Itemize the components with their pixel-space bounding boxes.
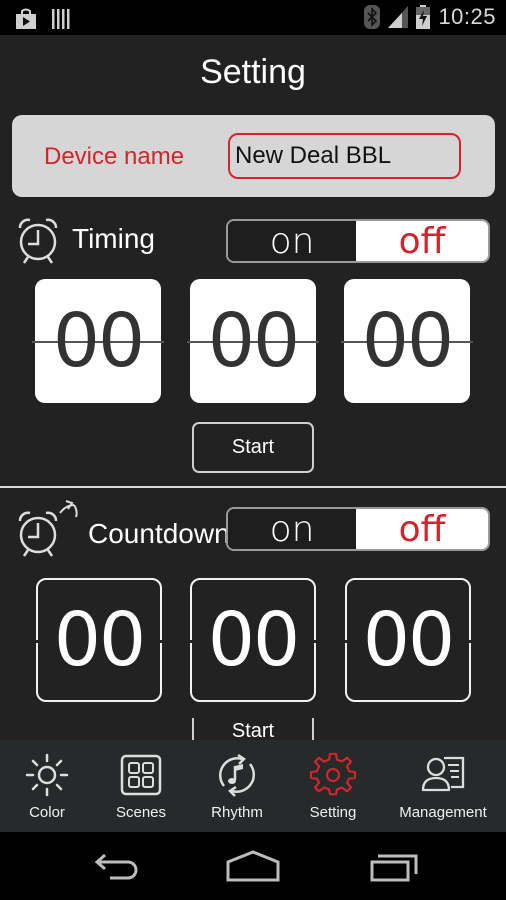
page-title: Setting (200, 53, 306, 91)
countdown-toggle-off[interactable]: off (356, 509, 488, 549)
device-name-label: Device name (44, 143, 185, 170)
tab-management[interactable]: Management (380, 740, 506, 832)
clock: 10:25 (438, 4, 496, 29)
tab-color-label: Color (29, 804, 65, 821)
tab-management-label: Management (399, 804, 487, 821)
timing-seconds-field[interactable]: 00 (341, 279, 473, 403)
user-list-icon (421, 756, 465, 792)
play-store-icon (16, 8, 36, 29)
countdown-minutes-value: 00 (207, 597, 300, 683)
timing-minutes-field[interactable]: 00 (187, 279, 319, 403)
tab-setting-label: Setting (309, 804, 357, 821)
tab-scenes[interactable]: Scenes (94, 740, 188, 832)
timing-title: Timing (72, 223, 155, 254)
barcode-icon (52, 9, 70, 29)
timing-hours-field[interactable]: 00 (32, 279, 164, 403)
section-divider (0, 486, 506, 488)
tab-color[interactable]: Color (0, 740, 94, 832)
device-name-input[interactable] (228, 133, 461, 179)
status-bar: 10:25 (0, 0, 506, 35)
battery-charging-icon (416, 5, 431, 29)
alarm-clock-countdown-icon (18, 500, 78, 557)
countdown-toggle[interactable]: on off (226, 507, 490, 551)
tab-rhythm[interactable]: Rhythm (188, 740, 286, 832)
countdown-start-button[interactable]: Start (192, 718, 314, 740)
system-nav-bar (0, 832, 506, 900)
bottom-tab-bar: Color Scenes Rhythm Setting Management (0, 740, 506, 832)
alarm-clock-icon (18, 218, 58, 264)
timing-header: Timing on off (0, 215, 506, 265)
timing-toggle[interactable]: on off (226, 219, 490, 263)
countdown-toggle-on[interactable]: on (228, 509, 356, 549)
countdown-seconds-field[interactable]: 00 (344, 578, 472, 702)
sun-icon (25, 753, 69, 797)
timing-hours-value: 00 (52, 298, 145, 384)
countdown-title: Countdown (88, 518, 230, 549)
countdown-hours-field[interactable]: 00 (35, 578, 163, 702)
settings-screen: Setting Device name Timing on off 00 00 … (0, 35, 506, 740)
tab-rhythm-label: Rhythm (211, 804, 263, 821)
timing-minutes-value: 00 (207, 298, 300, 384)
timing-toggle-off[interactable]: off (356, 221, 488, 261)
tab-setting[interactable]: Setting (286, 740, 380, 832)
tab-scenes-label: Scenes (115, 804, 167, 821)
device-name-card: Device name (12, 115, 495, 197)
signal-icon (388, 6, 409, 28)
grid-icon (120, 754, 162, 796)
timing-toggle-on[interactable]: on (228, 221, 356, 261)
bluetooth-icon (364, 5, 381, 29)
countdown-header: Countdown on off (0, 500, 506, 557)
music-sync-icon (219, 753, 255, 797)
countdown-seconds-value: 00 (362, 597, 455, 683)
gear-icon (310, 752, 356, 796)
timing-seconds-value: 00 (361, 298, 454, 384)
back-icon[interactable] (88, 850, 138, 884)
home-icon[interactable] (226, 850, 280, 884)
recent-apps-icon[interactable] (370, 850, 420, 884)
countdown-minutes-field[interactable]: 00 (189, 578, 317, 702)
timing-start-button[interactable]: Start (192, 422, 314, 473)
countdown-hours-value: 00 (53, 597, 146, 683)
